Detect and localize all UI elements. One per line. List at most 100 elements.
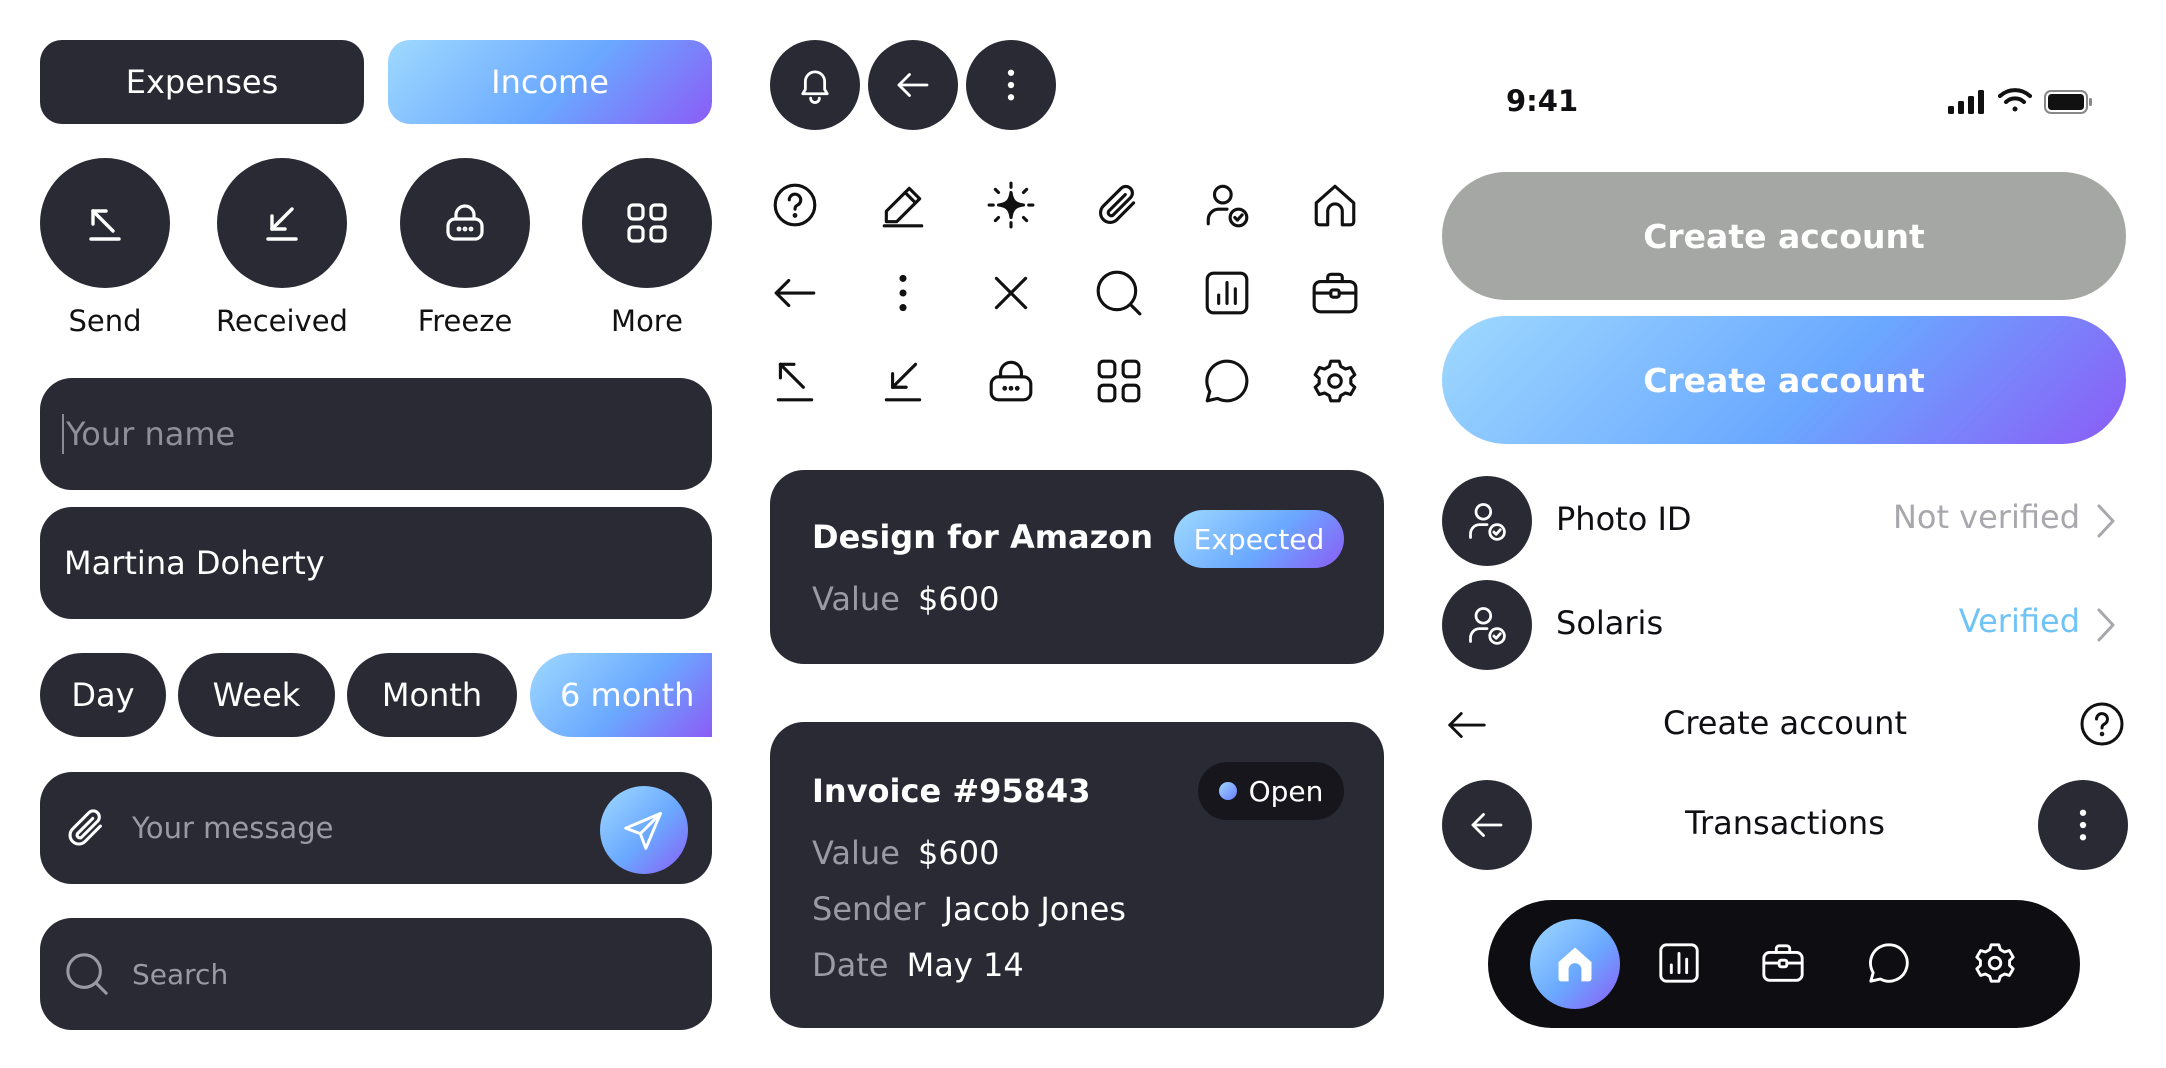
- header-transactions-title: Transactions: [1685, 804, 1885, 842]
- verify-row-photo-id[interactable]: Photo ID Not verified: [1442, 476, 2126, 566]
- avatar: [1442, 476, 1532, 566]
- expenses-tab[interactable]: Expenses: [40, 40, 364, 124]
- send-message-button[interactable]: [600, 786, 688, 874]
- income-tab[interactable]: Income: [388, 40, 712, 124]
- received-label: Received: [216, 304, 348, 338]
- bottom-nav: [1488, 900, 2080, 1028]
- invoice-date-label: Date: [812, 946, 889, 984]
- more-vertical-icon: [2062, 804, 2104, 846]
- transactions-back-button[interactable]: [1442, 780, 1532, 870]
- period-day[interactable]: Day: [40, 653, 166, 737]
- lock-icon[interactable]: [986, 356, 1036, 406]
- user-check-icon[interactable]: [1202, 180, 1252, 230]
- verify-row-status: Verified: [1958, 602, 2080, 640]
- user-check-icon: [1465, 603, 1509, 647]
- paperclip-icon[interactable]: [1094, 180, 1144, 230]
- period-6-month[interactable]: 6 month: [530, 653, 712, 737]
- period-day-label: Day: [71, 676, 135, 714]
- arrow-up-left-icon[interactable]: [770, 356, 820, 406]
- invoice-card[interactable]: Invoice #95843 Open Value $600 Sender Ja…: [770, 722, 1384, 1028]
- invoice-sender-label: Sender: [812, 890, 926, 928]
- help-icon[interactable]: [770, 180, 820, 230]
- send-button[interactable]: [40, 158, 170, 288]
- search-input[interactable]: Search: [40, 918, 712, 1030]
- more-vertical-icon[interactable]: [878, 268, 928, 318]
- project-card-title: Design for Amazon: [812, 518, 1154, 556]
- invoice-date-row: Date May 14: [812, 946, 1024, 984]
- arrow-left-icon[interactable]: [770, 268, 820, 318]
- period-week-label: Week: [212, 676, 301, 714]
- search-icon[interactable]: [1094, 268, 1144, 318]
- invoice-sender-row: Sender Jacob Jones: [812, 890, 1126, 928]
- expected-badge-label: Expected: [1193, 522, 1325, 556]
- open-badge: Open: [1198, 762, 1344, 820]
- briefcase-icon[interactable]: [1760, 940, 1806, 986]
- project-value: $600: [918, 580, 1000, 618]
- arrow-left-icon[interactable]: [1444, 702, 1490, 748]
- invoice-card-title: Invoice #95843: [812, 772, 1091, 810]
- home-icon[interactable]: [1310, 180, 1360, 230]
- chart-icon[interactable]: [1656, 940, 1702, 986]
- briefcase-icon[interactable]: [1310, 268, 1360, 318]
- lock-icon: [441, 199, 489, 247]
- gear-icon[interactable]: [1972, 940, 2018, 986]
- back-button[interactable]: [868, 40, 958, 130]
- gear-icon[interactable]: [1310, 356, 1360, 406]
- project-value-label: Value: [812, 580, 900, 618]
- received-button[interactable]: [217, 158, 347, 288]
- period-month[interactable]: Month: [347, 653, 517, 737]
- chevron-right-icon: [2094, 606, 2118, 644]
- transactions-more-button[interactable]: [2038, 780, 2128, 870]
- invoice-date: May 14: [906, 946, 1024, 984]
- wifi-icon: [1998, 88, 2032, 114]
- more-options-button[interactable]: [966, 40, 1056, 130]
- help-icon[interactable]: [2078, 700, 2126, 748]
- chevron-right-icon: [2094, 502, 2118, 540]
- bell-icon: [794, 64, 836, 106]
- grid-icon[interactable]: [1094, 356, 1144, 406]
- arrow-down-left-icon: [258, 199, 306, 247]
- notifications-button[interactable]: [770, 40, 860, 130]
- sparkle-icon[interactable]: [986, 180, 1036, 230]
- arrow-down-left-icon[interactable]: [878, 356, 928, 406]
- name-field-value: Martina Doherty: [64, 544, 325, 582]
- freeze-button[interactable]: [400, 158, 530, 288]
- freeze-label: Freeze: [417, 304, 513, 338]
- project-value-row: Value $600: [812, 580, 999, 618]
- pencil-icon[interactable]: [878, 180, 928, 230]
- send-label: Send: [68, 304, 142, 338]
- invoice-value-row: Value $600: [812, 834, 999, 872]
- nav-home[interactable]: [1530, 919, 1620, 1009]
- verify-row-solaris[interactable]: Solaris Verified: [1442, 580, 2126, 670]
- user-check-icon: [1465, 499, 1509, 543]
- create-account-button[interactable]: Create account: [1442, 316, 2126, 444]
- verify-row-title: Solaris: [1556, 604, 1664, 642]
- arrow-up-left-icon: [81, 199, 129, 247]
- more-label: More: [611, 304, 683, 338]
- icon-grid: [770, 180, 1370, 420]
- expected-badge: Expected: [1174, 510, 1344, 568]
- home-icon: [1553, 942, 1597, 986]
- message-input-placeholder: Your message: [132, 811, 334, 845]
- project-card[interactable]: Design for Amazon Expected Value $600: [770, 470, 1384, 664]
- search-input-placeholder: Search: [132, 957, 229, 991]
- status-dot: [1218, 782, 1237, 800]
- create-account-button-disabled[interactable]: Create account: [1442, 172, 2126, 300]
- period-week[interactable]: Week: [178, 653, 335, 737]
- chat-icon[interactable]: [1866, 940, 1912, 986]
- name-input[interactable]: Your name: [40, 378, 712, 490]
- send-icon: [622, 808, 666, 852]
- chart-icon[interactable]: [1202, 268, 1252, 318]
- chat-icon[interactable]: [1202, 356, 1252, 406]
- arrow-left-icon: [1466, 804, 1508, 846]
- period-month-label: Month: [381, 676, 483, 714]
- invoice-sender: Jacob Jones: [943, 890, 1126, 928]
- header-create-account-title: Create account: [1663, 704, 1907, 742]
- status-bar-time: 9:41: [1506, 84, 1579, 118]
- signal-icon: [1948, 90, 1986, 114]
- name-field-filled[interactable]: Martina Doherty: [40, 507, 712, 619]
- close-icon[interactable]: [986, 268, 1036, 318]
- more-button[interactable]: [582, 158, 712, 288]
- paperclip-icon[interactable]: [64, 805, 110, 851]
- invoice-value: $600: [918, 834, 1000, 872]
